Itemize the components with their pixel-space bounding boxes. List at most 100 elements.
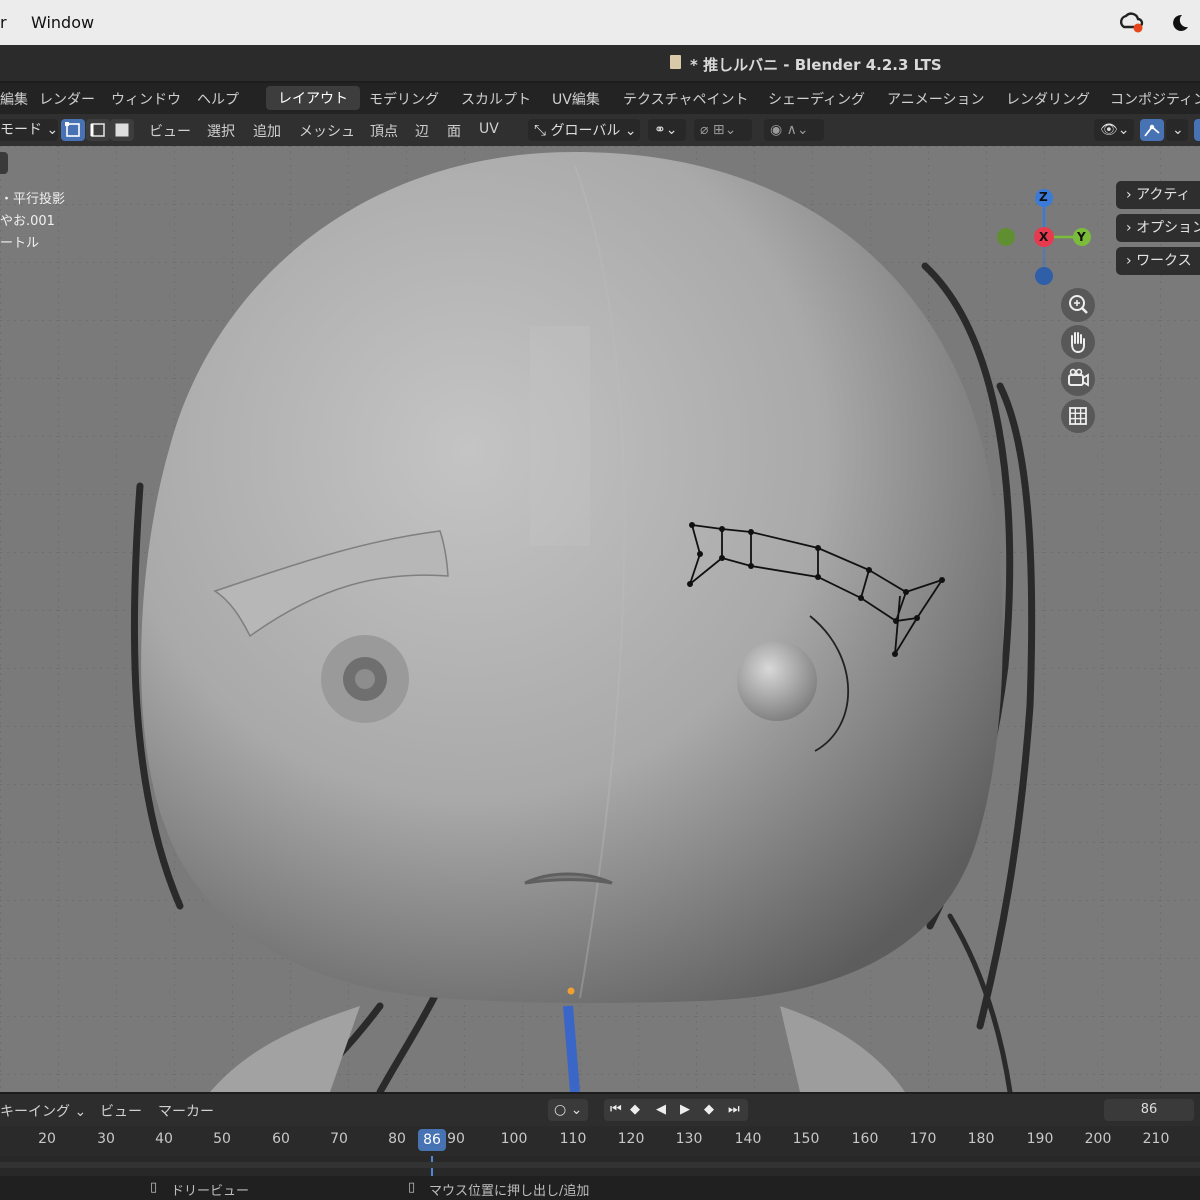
tab-texture-paint[interactable]: テクスチャペイント <box>623 89 748 109</box>
mouse-right-icon: ▯ <box>408 1180 416 1195</box>
window-title: * 推しルバニ - Blender 4.2.3 LTS <box>690 56 942 74</box>
tab-compositing[interactable]: コンポジティン <box>1110 89 1200 109</box>
menu-edit[interactable]: 編集 <box>0 89 28 109</box>
menu-help[interactable]: ヘルプ <box>197 89 239 109</box>
npanel-active-tool-label: アクティ <box>1136 187 1191 203</box>
gizmo-dropdown[interactable]: ⌄ <box>1166 119 1188 141</box>
camera-view-button[interactable] <box>1061 362 1095 396</box>
frame-tick: 180 <box>967 1131 995 1147</box>
window-menu[interactable]: Window <box>31 13 94 32</box>
menu-window[interactable]: ウィンドウ <box>111 89 181 109</box>
face-select-button[interactable] <box>110 119 134 141</box>
jump-start-icon[interactable]: ⏮ <box>610 1099 622 1121</box>
mode-dropdown[interactable]: モード ⌄ <box>0 119 58 141</box>
timeline-track[interactable] <box>0 1156 1200 1176</box>
viewport-canvas[interactable] <box>0 146 1200 1092</box>
status-hint-right: マウス位置に押し出し/追加 <box>429 1184 590 1199</box>
viewport-header: モード ⌄ ビュー 選択 追加 メッシュ 頂点 辺 面 UV ⤡ グローバル ⌄… <box>0 114 1200 146</box>
grid-icon <box>1069 407 1087 425</box>
menu-render[interactable]: レンダー <box>39 89 95 109</box>
creative-cloud-icon[interactable] <box>1118 11 1146 35</box>
visibility-dropdown[interactable]: 👁⌄ <box>1094 119 1134 141</box>
tab-rendering[interactable]: レンダリング <box>1006 89 1090 109</box>
npanel-options[interactable]: › オプション <box>1116 214 1200 242</box>
menu-select[interactable]: 選択 <box>207 121 235 141</box>
menu-view[interactable]: ビュー <box>149 121 191 141</box>
timeline-ruler[interactable]: 20 30 40 50 60 70 80 90 100 110 120 130 … <box>0 1126 1200 1156</box>
ortho-toggle-button[interactable] <box>1061 399 1095 433</box>
app-menu-fragment[interactable]: r <box>0 13 7 32</box>
menu-mesh[interactable]: メッシュ <box>299 121 355 141</box>
next-keyframe-icon[interactable]: ◆ <box>704 1099 714 1121</box>
timeline-marker-menu[interactable]: マーカー <box>158 1101 214 1121</box>
jump-end-icon[interactable]: ⏭ <box>728 1099 740 1121</box>
gizmo-icon <box>1144 124 1160 137</box>
object-name-info: やお.001 <box>0 214 55 229</box>
npanel-options-label: オプション <box>1136 220 1200 236</box>
frame-tick: 100 <box>500 1131 528 1147</box>
tab-uv-editing[interactable]: UV編集 <box>552 89 600 109</box>
tab-modeling[interactable]: モデリング <box>369 89 439 109</box>
object-origin-point <box>567 987 575 995</box>
gizmo-toggle-button[interactable] <box>1140 119 1164 141</box>
edge-select-icon <box>90 123 105 137</box>
neck-bone <box>563 1005 580 1092</box>
chevron-right-icon: › <box>1126 253 1132 269</box>
tab-layout[interactable]: レイアウト <box>266 86 360 110</box>
tab-sculpt[interactable]: スカルプト <box>461 89 531 109</box>
playback-controls: ⏮ ◆ ◀ ▶ ◆ ⏭ <box>604 1099 748 1121</box>
menu-vertex[interactable]: 頂点 <box>370 121 398 141</box>
keying-menu[interactable]: キーイング ⌄ <box>0 1101 86 1121</box>
menu-uv[interactable]: UV <box>479 121 499 137</box>
gizmo-y-label: Y <box>1077 230 1086 244</box>
auto-keying-dropdown[interactable]: ○ ⌄ <box>548 1099 588 1121</box>
menu-edge[interactable]: 辺 <box>415 121 429 141</box>
pivot-point-dropdown[interactable]: ⚭⌄ <box>648 119 686 141</box>
chevron-right-icon: › <box>1126 187 1132 203</box>
dark-mode-moon-icon[interactable] <box>1168 12 1190 34</box>
timeline-header: キーイング ⌄ ビュー マーカー ○ ⌄ ⏮ ◆ ◀ ▶ ◆ ⏭ 86 <box>0 1094 1200 1126</box>
prev-keyframe-icon[interactable]: ◆ <box>630 1099 640 1121</box>
gizmo-neg-z-axis[interactable] <box>1035 267 1053 285</box>
snap-magnet-icon: ⌀ ⊞ <box>700 122 725 138</box>
pivot-link-icon: ⚭ <box>654 122 666 138</box>
status-bar: ▯ ドリービュー ▯ マウス位置に押し出し/追加 <box>0 1176 1200 1200</box>
view-projection-info: ・平行投影 <box>0 192 66 207</box>
npanel-workspace[interactable]: › ワークス <box>1116 247 1200 275</box>
right-eye[interactable] <box>737 641 817 721</box>
document-icon <box>670 55 681 69</box>
npanel-active-tool[interactable]: › アクティ <box>1116 181 1200 209</box>
frame-tick: 90 <box>447 1131 465 1147</box>
play-icon[interactable]: ▶ <box>680 1099 690 1121</box>
frame-tick: 140 <box>734 1131 762 1147</box>
frame-tick: 70 <box>330 1131 348 1147</box>
record-circle-icon: ○ <box>554 1102 567 1118</box>
proportional-edit-dropdown[interactable]: ◉ ∧⌄ <box>764 119 824 141</box>
3d-viewport[interactable]: Z X Y ・平行投影 やお.001 ートル › アクティ › オプション › … <box>0 146 1200 1092</box>
gizmo-neg-y-axis[interactable] <box>997 228 1015 246</box>
pan-button[interactable] <box>1061 325 1095 359</box>
toolbar-collapse-tab[interactable] <box>0 152 8 174</box>
play-reverse-icon[interactable]: ◀ <box>656 1099 666 1121</box>
current-frame-field[interactable]: 86 <box>1104 1099 1194 1121</box>
edge-select-button[interactable] <box>86 119 110 141</box>
tab-shading[interactable]: シェーディング <box>768 89 865 109</box>
window-title-bar: * 推しルバニ - Blender 4.2.3 LTS <box>0 45 1200 81</box>
snap-dropdown[interactable]: ⌀ ⊞⌄ <box>694 119 752 141</box>
transform-orientation-dropdown[interactable]: ⤡ グローバル ⌄ <box>528 119 640 141</box>
mouse-middle-icon: ▯ <box>150 1180 158 1195</box>
transform-orientation-label: グローバル <box>550 123 621 139</box>
frame-tick: 160 <box>851 1131 879 1147</box>
timeline-view-menu[interactable]: ビュー <box>100 1101 142 1121</box>
playhead-frame-indicator[interactable]: 86 <box>418 1129 446 1151</box>
menu-add[interactable]: 追加 <box>253 121 281 141</box>
orientation-axes-icon: ⤡ <box>534 121 547 139</box>
overlay-toggle-button[interactable] <box>1194 119 1200 141</box>
eye-icon: 👁 <box>1100 122 1118 138</box>
zoom-button[interactable] <box>1061 288 1095 322</box>
tab-animation[interactable]: アニメーション <box>887 89 984 109</box>
menu-face[interactable]: 面 <box>447 121 461 141</box>
vertex-select-button[interactable] <box>61 119 85 141</box>
vertex-select-icon <box>65 122 80 137</box>
gizmo-z-label: Z <box>1039 190 1048 204</box>
